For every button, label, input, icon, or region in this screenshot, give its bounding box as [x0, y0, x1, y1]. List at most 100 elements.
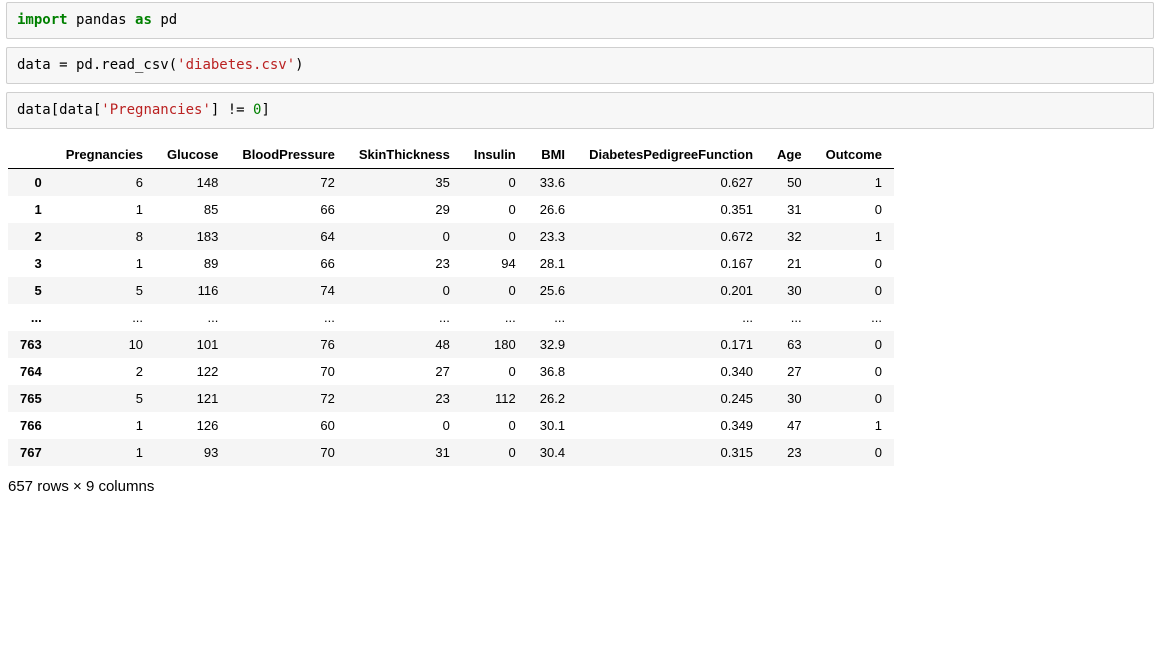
col-header: Pregnancies [54, 141, 155, 169]
cell: 89 [155, 250, 230, 277]
cell: 64 [230, 223, 346, 250]
cell: 60 [230, 412, 346, 439]
cell: 0.672 [577, 223, 765, 250]
token-name: pandas [76, 12, 127, 28]
cell: 28.1 [528, 250, 577, 277]
cell: 32 [765, 223, 814, 250]
cell: 0.349 [577, 412, 765, 439]
cell: 33.6 [528, 168, 577, 196]
row-index: 5 [8, 277, 54, 304]
cell: 0 [814, 439, 894, 466]
cell: 0.315 [577, 439, 765, 466]
row-index: 763 [8, 331, 54, 358]
cell: 32.9 [528, 331, 577, 358]
dataframe-summary: 657 rows × 9 columns [8, 478, 1154, 495]
output-dataframe: Pregnancies Glucose BloodPressure SkinTh… [8, 141, 1154, 466]
cell: ... [54, 304, 155, 331]
code-input[interactable]: data[data['Pregnancies'] != 0] [6, 92, 1154, 129]
cell: 26.2 [528, 385, 577, 412]
cell: 0.201 [577, 277, 765, 304]
cell: 27 [347, 358, 462, 385]
cell: 2 [54, 358, 155, 385]
cell: 30 [765, 385, 814, 412]
row-index: ... [8, 304, 54, 331]
cell: 36.8 [528, 358, 577, 385]
code-input[interactable]: data = pd.read_csv('diabetes.csv') [6, 47, 1154, 84]
table-row: 55116740025.60.201300 [8, 277, 894, 304]
cell: 0 [814, 385, 894, 412]
token-code: ] [261, 102, 269, 118]
cell: 122 [155, 358, 230, 385]
table-row: 061487235033.60.627501 [8, 168, 894, 196]
cell: 47 [765, 412, 814, 439]
cell: 0 [347, 277, 462, 304]
cell: 0.167 [577, 250, 765, 277]
token-keyword: import [17, 12, 68, 28]
cell: 0 [462, 412, 528, 439]
token-code: data = pd.read_csv( [17, 57, 177, 73]
cell: 0 [462, 439, 528, 466]
cell: 0.340 [577, 358, 765, 385]
cell: 29 [347, 196, 462, 223]
cell: 85 [155, 196, 230, 223]
cell: 35 [347, 168, 462, 196]
cell: 0 [462, 277, 528, 304]
cell: 76 [230, 331, 346, 358]
cell: 25.6 [528, 277, 577, 304]
col-header: Outcome [814, 141, 894, 169]
cell: 0 [462, 223, 528, 250]
cell: 70 [230, 358, 346, 385]
cell: 1 [54, 196, 155, 223]
cell: 0.627 [577, 168, 765, 196]
cell: 0.245 [577, 385, 765, 412]
row-index: 766 [8, 412, 54, 439]
row-index: 1 [8, 196, 54, 223]
row-index: 2 [8, 223, 54, 250]
cell: 121 [155, 385, 230, 412]
blank-header [8, 141, 54, 169]
col-header: BMI [528, 141, 577, 169]
cell: 70 [230, 439, 346, 466]
table-row: 76310101764818032.90.171630 [8, 331, 894, 358]
cell: ... [155, 304, 230, 331]
cell: 0 [462, 358, 528, 385]
row-index: 765 [8, 385, 54, 412]
col-header: Age [765, 141, 814, 169]
cell: 6 [54, 168, 155, 196]
cell: 72 [230, 385, 346, 412]
code-input[interactable]: import pandas as pd [6, 2, 1154, 39]
cell: 21 [765, 250, 814, 277]
cell: 50 [765, 168, 814, 196]
table-row: 28183640023.30.672321 [8, 223, 894, 250]
cell: 66 [230, 196, 346, 223]
col-header: BloodPressure [230, 141, 346, 169]
cell: 0 [814, 250, 894, 277]
cell: 0 [814, 196, 894, 223]
cell: 23 [347, 385, 462, 412]
cell: 5 [54, 385, 155, 412]
cell: ... [577, 304, 765, 331]
table-row: 11856629026.60.351310 [8, 196, 894, 223]
cell: 23 [347, 250, 462, 277]
dataframe-table: Pregnancies Glucose BloodPressure SkinTh… [8, 141, 894, 466]
cell: 101 [155, 331, 230, 358]
cell: 63 [765, 331, 814, 358]
cell: 180 [462, 331, 528, 358]
row-index: 3 [8, 250, 54, 277]
cell: ... [230, 304, 346, 331]
col-header: Insulin [462, 141, 528, 169]
token-code: ) [295, 57, 303, 73]
cell: ... [814, 304, 894, 331]
cell: 0.171 [577, 331, 765, 358]
cell: 23.3 [528, 223, 577, 250]
token-keyword: as [135, 12, 152, 28]
cell: 26.6 [528, 196, 577, 223]
cell: 23 [765, 439, 814, 466]
table-row: 7671937031030.40.315230 [8, 439, 894, 466]
cell: 116 [155, 277, 230, 304]
cell: 30 [765, 277, 814, 304]
cell: 0 [814, 358, 894, 385]
col-header: DiabetesPedigreeFunction [577, 141, 765, 169]
cell: 1 [814, 168, 894, 196]
cell: 0 [462, 196, 528, 223]
